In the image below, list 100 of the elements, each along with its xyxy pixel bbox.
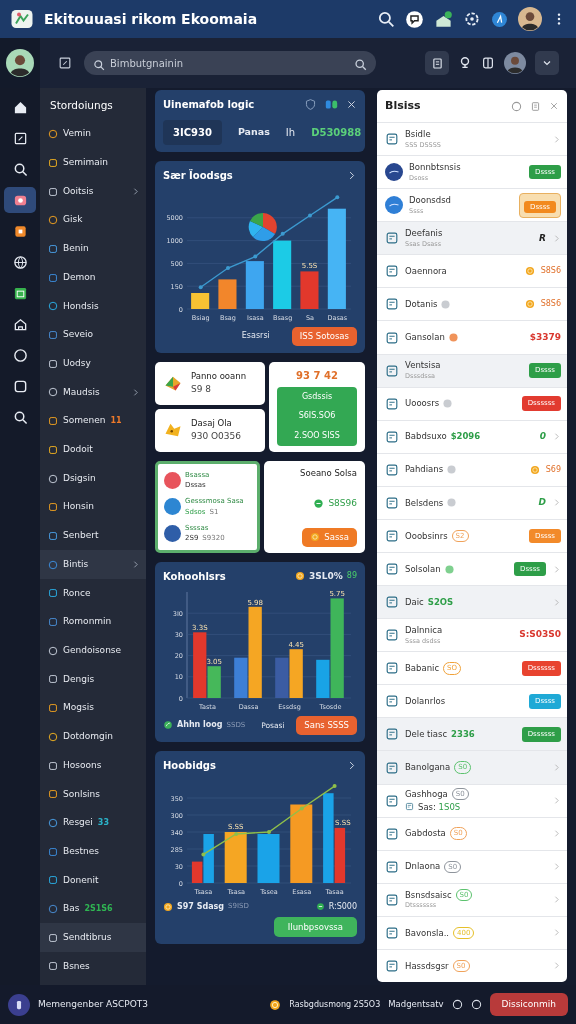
list-icon [385, 132, 399, 147]
tile-title: Dasaj Ola [191, 417, 233, 430]
list-icon [385, 429, 399, 444]
sidebar-item[interactable]: Romonmin [40, 607, 146, 637]
sidebar-item[interactable]: Bas 2S1S6 [40, 894, 146, 924]
coin-icon [269, 998, 282, 1011]
tile-value: 930 O0356 [191, 429, 242, 443]
toggle-icon[interactable] [58, 56, 72, 70]
avatar[interactable] [6, 49, 34, 77]
search-icon[interactable] [354, 57, 367, 71]
toggle-icon[interactable] [325, 98, 338, 111]
row-amount: S69 [545, 463, 561, 476]
logo[interactable] [10, 7, 34, 31]
square-icon [48, 272, 58, 283]
circle-icon [48, 559, 58, 570]
list-icon [385, 297, 399, 312]
code-value: 3IC930 [163, 120, 222, 145]
pin-icon[interactable] [458, 56, 472, 70]
notification-icon[interactable] [434, 9, 453, 29]
sidebar-item[interactable]: Semimain [40, 148, 146, 178]
sidebar-item[interactable]: Bintis [40, 550, 146, 579]
panel-icon[interactable] [481, 56, 495, 70]
dropdown-button[interactable] [535, 51, 559, 75]
sidebar-item[interactable]: Bsnes [40, 952, 146, 981]
square-icon [48, 416, 58, 427]
avatar[interactable] [504, 52, 526, 74]
chart-bar [273, 240, 292, 309]
list-row[interactable]: Gansolan $3379 [377, 320, 567, 354]
square-icon [48, 932, 58, 943]
user-icon[interactable] [8, 993, 30, 1016]
offer-title: Soeano Solsa [300, 466, 357, 480]
avatar[interactable] [518, 7, 542, 31]
minus-circle-icon[interactable] [451, 999, 463, 1010]
sidebar-item[interactable]: Seveio [40, 320, 146, 350]
list-row[interactable]: Pahdians S69 [377, 452, 567, 486]
sidebar-item[interactable]: Somenen 11 [40, 406, 146, 436]
list-icon [385, 694, 399, 709]
sidebar-item[interactable]: Vemin [40, 119, 146, 149]
list-row[interactable]: Belsdens D [377, 485, 567, 519]
list-row[interactable]: Dotanis S8S6 [377, 287, 567, 321]
sidebar-item[interactable]: Uodsy [40, 349, 146, 379]
sidebar-item[interactable]: Resgei 33 [40, 808, 146, 838]
sidebar-item[interactable]: Gisk [40, 205, 146, 235]
search-field[interactable]: Bimbutgnainin [84, 51, 376, 75]
sidebar-item[interactable]: Dotdomgin [40, 722, 146, 752]
sidebar-item[interactable]: Ronce [40, 579, 146, 608]
row-title: Gansolan [405, 331, 445, 344]
sidebar-item[interactable]: Bestnes [40, 837, 146, 867]
list-icon [385, 495, 399, 510]
footer-button[interactable]: Dissiconmih [489, 992, 568, 1017]
sidebar-item[interactable]: Mogsis [40, 693, 146, 723]
search-icon [93, 59, 105, 71]
chart-bar [257, 833, 280, 883]
footer-label: Madgentsatv [388, 998, 444, 1011]
list-icon [385, 959, 399, 973]
document-button[interactable] [425, 51, 449, 75]
square-icon [48, 703, 58, 714]
list-icon [385, 264, 399, 279]
row-title: Deefanis [405, 227, 443, 240]
row-mark: 0 [539, 430, 546, 443]
sidebar-item[interactable]: Benin [40, 234, 146, 264]
sidebar-item[interactable]: Sonlsins [40, 779, 146, 809]
close-icon[interactable] [346, 99, 357, 110]
footer-text: Ahhn loog [177, 719, 223, 732]
list-row[interactable]: Babdsuxo $2096 0 [377, 419, 567, 453]
sidebar-item[interactable]: Ooitsis [40, 177, 146, 206]
sidebar-item[interactable]: Hondsis [40, 291, 146, 321]
sidebar-item[interactable]: Dsigsin [40, 464, 146, 493]
sidebar-title: Stordoiungs [49, 98, 114, 113]
row-title: Babanic [405, 661, 440, 675]
sidebar-item[interactable]: Donenit [40, 866, 146, 895]
sidebar-item[interactable]: Sendtibrus [40, 923, 146, 953]
settings-icon[interactable] [463, 10, 481, 28]
card-title: Kohoohlsrs [163, 569, 226, 584]
sidebar-item[interactable]: Maudsis [40, 378, 146, 407]
circle-icon [48, 387, 58, 398]
sidebar-item[interactable]: Honsin [40, 492, 146, 522]
list-icon [385, 462, 399, 477]
row-title: Pahdians [405, 463, 444, 477]
nav-button[interactable] [4, 187, 36, 213]
square-icon [48, 674, 58, 685]
sidebar-item[interactable]: Dengis [40, 665, 146, 694]
chat-icon[interactable] [405, 9, 424, 29]
sidebar-item[interactable]: Hosoons [40, 751, 146, 780]
list-row[interactable]: Daic S2OS [377, 585, 567, 619]
row-amount: S:S03S0 [519, 628, 561, 642]
square-icon [48, 186, 58, 197]
house-icon [12, 316, 28, 332]
sidebar-item[interactable]: Dodoit [40, 435, 146, 465]
square-icon [48, 243, 58, 254]
list-row[interactable]: Oaennora S8S6 [377, 254, 567, 288]
profile-badge-icon[interactable] [491, 10, 508, 28]
sidebar-item[interactable]: Demon [40, 263, 146, 292]
row-title: Daic [405, 595, 424, 609]
home-icon [12, 99, 28, 115]
sidebar-item[interactable]: Gendoisonse [40, 636, 146, 666]
search-icon[interactable] [377, 10, 395, 28]
sidebar-item[interactable]: Senbert [40, 521, 146, 551]
footer-user: Memengenber ASCPOT3 [38, 997, 148, 1011]
list-icon [385, 793, 399, 808]
